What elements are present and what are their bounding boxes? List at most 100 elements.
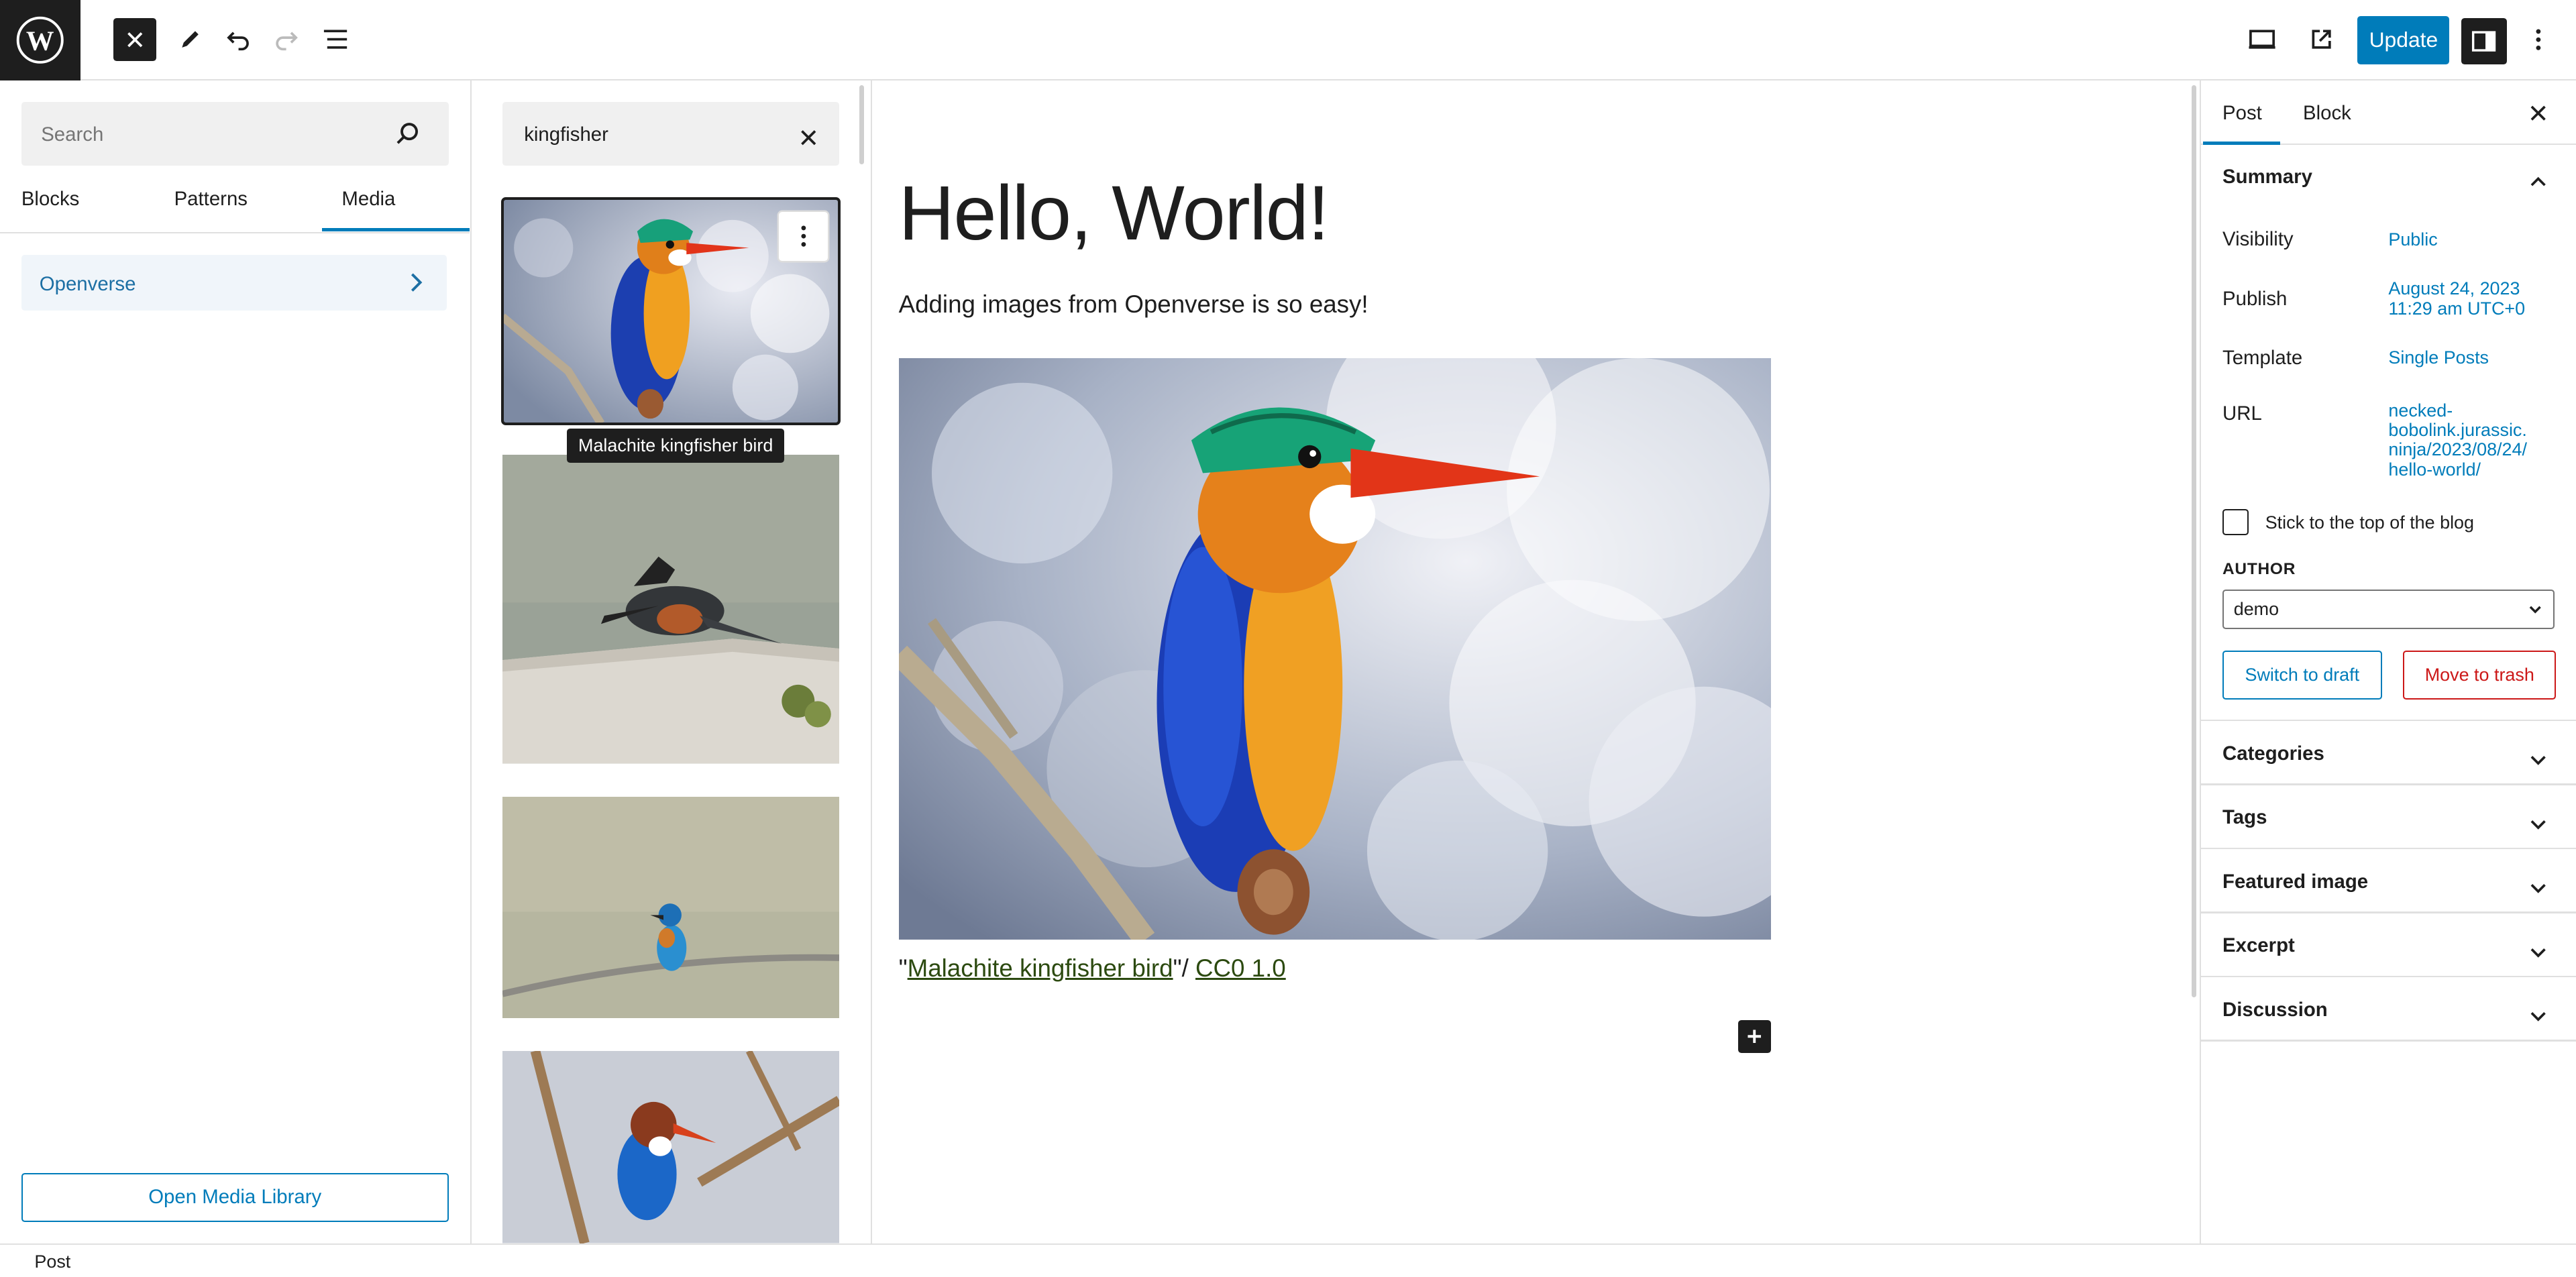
featured-image-panel-title[interactable]: Featured image <box>2222 871 2368 893</box>
move-to-trash-button[interactable]: Move to trash <box>2403 650 2557 700</box>
inserter-search-input[interactable]: Search <box>21 101 449 166</box>
chevron-down-icon[interactable] <box>2528 874 2548 903</box>
undo-button[interactable] <box>217 18 260 61</box>
url-line: ninja/2023/08/24/ <box>2388 439 2527 460</box>
close-inserter-button[interactable] <box>113 17 156 61</box>
author-select[interactable]: demo <box>2222 590 2555 629</box>
redo-icon <box>275 32 298 51</box>
excerpt-panel-title[interactable]: Excerpt <box>2222 934 2295 957</box>
post-title[interactable]: Hello, World! <box>899 169 1330 258</box>
publish-value[interactable]: August 24, 2023 11:29 am UTC+0 <box>2388 279 2525 319</box>
chevron-down-icon[interactable] <box>2528 1002 2548 1032</box>
media-search-value: kingfisher <box>524 123 608 146</box>
media-result-kingfisher-2[interactable] <box>502 455 840 764</box>
discussion-panel-title[interactable]: Discussion <box>2222 999 2328 1021</box>
tools-button[interactable] <box>169 18 212 61</box>
inserter-search-placeholder: Search <box>41 123 104 146</box>
divider <box>2201 783 2576 785</box>
update-button[interactable]: Update <box>2357 16 2450 64</box>
chevron-down-icon[interactable] <box>2528 746 2548 775</box>
divider <box>2201 911 2576 913</box>
categories-panel-title[interactable]: Categories <box>2222 742 2324 765</box>
chevron-down-icon[interactable] <box>2528 810 2548 839</box>
list-view-icon <box>323 30 347 49</box>
media-result-kingfisher-3[interactable] <box>502 796 840 1019</box>
tab-media[interactable]: Media <box>341 174 395 233</box>
media-options-button[interactable] <box>778 211 828 262</box>
paragraph-block[interactable]: Adding images from Openverse is so easy! <box>899 290 1368 319</box>
close-icon <box>127 32 142 47</box>
divider <box>2201 847 2576 850</box>
divider <box>2201 975 2576 978</box>
plus-icon <box>1748 1030 1762 1044</box>
settings-toggle-button[interactable] <box>2461 17 2508 64</box>
caption-license-link[interactable]: CC0 1.0 <box>1195 954 1286 982</box>
scrollbar[interactable] <box>2191 85 2197 997</box>
chevron-down-icon[interactable] <box>2528 938 2548 967</box>
sticky-checkbox[interactable] <box>2222 509 2249 536</box>
media-category-label: Openverse <box>39 272 136 295</box>
caption-separator: "/ <box>1173 954 1196 982</box>
url-line: necked- <box>2388 400 2453 421</box>
media-result-kingfisher-4[interactable] <box>502 1051 840 1243</box>
editor-canvas: Hello, World! Adding images from Openver… <box>872 80 2198 1243</box>
media-result-malachite-kingfisher[interactable] <box>501 197 841 425</box>
chevron-down-icon <box>2527 601 2543 622</box>
redo-button[interactable] <box>264 18 307 61</box>
block-editor-app: W Update Search Blocks Patterns Media Op… <box>0 0 2576 1276</box>
add-block-button[interactable] <box>1738 1019 1771 1053</box>
publish-date: August 24, 2023 <box>2388 278 2520 299</box>
undo-icon <box>226 32 249 51</box>
more-vertical-icon <box>2536 29 2541 50</box>
breadcrumb-post[interactable]: Post <box>34 1252 70 1272</box>
svg-text:W: W <box>26 26 54 57</box>
more-vertical-icon <box>801 225 806 247</box>
tab-post[interactable]: Post <box>2222 102 2262 125</box>
template-label: Template <box>2222 346 2303 369</box>
caption-title-link[interactable]: Malachite kingfisher bird <box>908 954 1173 982</box>
url-line: hello-world/ <box>2388 459 2481 480</box>
search-icon <box>394 120 421 153</box>
image-caption[interactable]: "Malachite kingfisher bird"/ CC0 1.0 <box>899 954 1286 983</box>
sidebar-tabs: Post Block <box>2201 80 2576 145</box>
author-value: demo <box>2233 599 2279 620</box>
active-tab-indicator <box>2202 141 2280 145</box>
publish-label: Publish <box>2222 287 2288 310</box>
kingfisher-thumbnail-image <box>502 796 840 1019</box>
wordpress-logo-icon[interactable]: W <box>0 0 80 80</box>
document-overview-button[interactable] <box>314 18 357 61</box>
open-media-library-button[interactable]: Open Media Library <box>21 1172 449 1223</box>
template-value[interactable]: Single Posts <box>2388 347 2489 368</box>
tags-panel-title[interactable]: Tags <box>2222 806 2267 829</box>
tab-block[interactable]: Block <box>2303 102 2351 125</box>
visibility-value[interactable]: Public <box>2388 229 2437 249</box>
settings-sidebar: Post Block Summary Visibility Public Pub… <box>2200 80 2576 1243</box>
tab-blocks[interactable]: Blocks <box>21 174 80 233</box>
close-icon[interactable] <box>2528 100 2548 129</box>
pencil-icon <box>182 31 199 48</box>
scrollbar[interactable] <box>859 85 865 164</box>
publish-time: 11:29 am UTC+0 <box>2388 298 2526 319</box>
kingfisher-thumbnail-image <box>502 1051 840 1243</box>
divider <box>2201 719 2576 722</box>
active-tab-indicator <box>322 228 470 232</box>
view-post-button[interactable] <box>2300 18 2343 61</box>
tab-patterns[interactable]: Patterns <box>174 174 248 233</box>
media-search-input[interactable]: kingfisher <box>502 101 840 166</box>
block-inserter-panel: Search Blocks Patterns Media Openverse O… <box>0 80 472 1243</box>
media-category-openverse[interactable]: Openverse <box>21 254 447 311</box>
close-icon[interactable] <box>800 123 816 153</box>
options-button[interactable] <box>2517 18 2560 61</box>
media-tooltip: Malachite kingfisher bird <box>566 429 785 463</box>
url-value[interactable]: necked- bobolink.jurassic. ninja/2023/08… <box>2388 400 2527 480</box>
summary-panel-title[interactable]: Summary <box>2222 166 2312 188</box>
preview-button[interactable] <box>2241 18 2284 61</box>
divider <box>2201 1040 2576 1042</box>
external-link-icon <box>2312 30 2331 49</box>
image-block[interactable] <box>898 357 1771 940</box>
chevron-up-icon[interactable] <box>2528 168 2548 197</box>
sidebar-icon <box>2472 31 2496 52</box>
media-results-panel: kingfisher <box>471 80 873 1243</box>
switch-to-draft-button[interactable]: Switch to draft <box>2222 650 2382 700</box>
url-line: bobolink.jurassic. <box>2388 419 2527 440</box>
